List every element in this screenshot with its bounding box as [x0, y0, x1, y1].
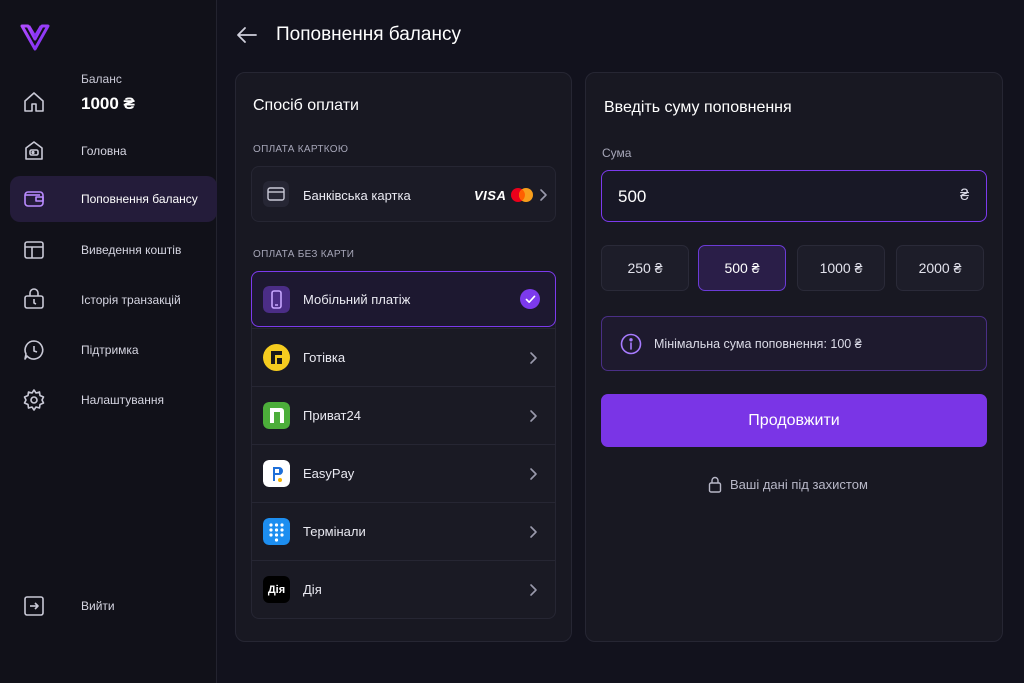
- sidebar-item-label: Налаштування: [81, 393, 164, 407]
- amount-field-label: Сума: [602, 146, 632, 160]
- lock-icon: [708, 476, 722, 493]
- amount-input[interactable]: 500 ₴: [601, 170, 987, 222]
- history-icon: [22, 288, 46, 312]
- continue-button[interactable]: Продовжити: [601, 394, 987, 447]
- card-payment-section-label: ОПЛАТА КАРТКОЮ: [253, 144, 349, 155]
- sidebar-item-label: Виведення коштів: [81, 243, 182, 257]
- wallet-icon: [22, 139, 46, 163]
- amount-panel: Введіть суму поповнення Сума 500 ₴ 250 ₴…: [585, 72, 1003, 642]
- payment-method-panel: Спосіб оплати ОПЛАТА КАРТКОЮ Банківська …: [235, 72, 572, 642]
- sidebar-item-label: Поповнення балансу: [81, 192, 198, 206]
- min-amount-text: Мінімальна сума поповнення: 100 ₴: [654, 337, 862, 351]
- chevron-right-icon: [528, 409, 538, 423]
- sidebar-item-label: Історія транзакцій: [81, 293, 181, 307]
- method-label: Мобільний платіж: [303, 292, 411, 307]
- method-diia[interactable]: Дія Дія: [252, 560, 555, 618]
- diia-logo-text: Дія: [267, 583, 286, 596]
- gear-icon: [22, 388, 46, 412]
- security-text: Ваші дані під захистом: [730, 477, 868, 492]
- sidebar-item-home[interactable]: Головна: [10, 128, 217, 174]
- credit-card-icon: [263, 181, 289, 207]
- support-icon: [22, 338, 46, 362]
- preset-250-button[interactable]: 250 ₴: [601, 245, 689, 291]
- wallet-card-icon: [22, 187, 46, 211]
- mastercard-logo-icon: [510, 187, 534, 203]
- easypay-logo-icon: [263, 460, 290, 487]
- method-label: Приват24: [303, 408, 361, 423]
- method-privat24[interactable]: Приват24: [252, 386, 555, 444]
- method-label: Готівка: [303, 350, 346, 365]
- bank-card-option[interactable]: Банківська картка VISA: [251, 166, 556, 222]
- visa-logo: VISA: [474, 188, 507, 203]
- sidebar-item-support[interactable]: Підтримка: [10, 327, 217, 373]
- brand-logo-icon[interactable]: [20, 22, 50, 52]
- method-terminals[interactable]: Термінали: [252, 502, 555, 560]
- cash-logo-icon: [263, 344, 290, 371]
- sidebar-item-top-up[interactable]: Поповнення балансу: [10, 176, 217, 222]
- terminal-grid-icon: [263, 518, 290, 545]
- payment-method-list: Мобільний платіж Готівка Приват24 EasyPa…: [251, 271, 556, 619]
- logout-label: Вийти: [81, 599, 115, 613]
- method-mobile-payment[interactable]: Мобільний платіж: [251, 271, 556, 327]
- sidebar-item-withdraw[interactable]: Виведення коштів: [10, 227, 217, 273]
- mobile-phone-icon: [263, 286, 290, 313]
- no-card-section-label: ОПЛАТА БЕЗ КАРТИ: [253, 249, 355, 260]
- method-label: Термінали: [303, 524, 366, 539]
- sidebar-item-label: Підтримка: [81, 343, 139, 357]
- sidebar-item-settings[interactable]: Налаштування: [10, 377, 217, 423]
- sidebar-item-history[interactable]: Історія транзакцій: [10, 277, 217, 323]
- privat24-logo-icon: [263, 402, 290, 429]
- payment-method-title: Спосіб оплати: [253, 97, 359, 114]
- amount-title: Введіть суму поповнення: [604, 99, 792, 116]
- selected-check-icon: [520, 289, 540, 309]
- logout-button[interactable]: Вийти: [10, 583, 217, 629]
- chevron-right-icon: [528, 583, 538, 597]
- logout-icon: [22, 594, 46, 618]
- info-icon: [620, 333, 642, 355]
- sidebar: Баланс 1000 ₴ Головна Поповнення балансу: [0, 0, 217, 683]
- preset-500-button[interactable]: 500 ₴: [698, 245, 786, 291]
- bank-card-label: Банківська картка: [303, 188, 411, 203]
- back-arrow-icon[interactable]: [236, 25, 258, 45]
- preset-1000-button[interactable]: 1000 ₴: [797, 245, 885, 291]
- amount-value: 500: [618, 187, 647, 206]
- withdraw-icon: [22, 238, 46, 262]
- page-title: Поповнення балансу: [276, 24, 461, 45]
- method-label: EasyPay: [303, 466, 355, 481]
- balance-value: 1000 ₴: [81, 94, 135, 113]
- method-cash[interactable]: Готівка: [252, 328, 555, 386]
- home-icon[interactable]: [22, 90, 46, 114]
- preset-2000-button[interactable]: 2000 ₴: [896, 245, 984, 291]
- chevron-right-icon: [528, 525, 538, 539]
- currency-symbol: ₴: [960, 187, 969, 204]
- method-easypay[interactable]: EasyPay: [252, 444, 555, 502]
- chevron-right-icon: [538, 188, 548, 202]
- method-label: Дія: [303, 582, 322, 597]
- chevron-right-icon: [528, 467, 538, 481]
- diia-logo-icon: Дія: [263, 576, 290, 603]
- balance-label: Баланс: [81, 72, 122, 86]
- sidebar-item-label: Головна: [81, 144, 127, 158]
- min-amount-notice: Мінімальна сума поповнення: 100 ₴: [601, 316, 987, 371]
- chevron-right-icon: [528, 351, 538, 365]
